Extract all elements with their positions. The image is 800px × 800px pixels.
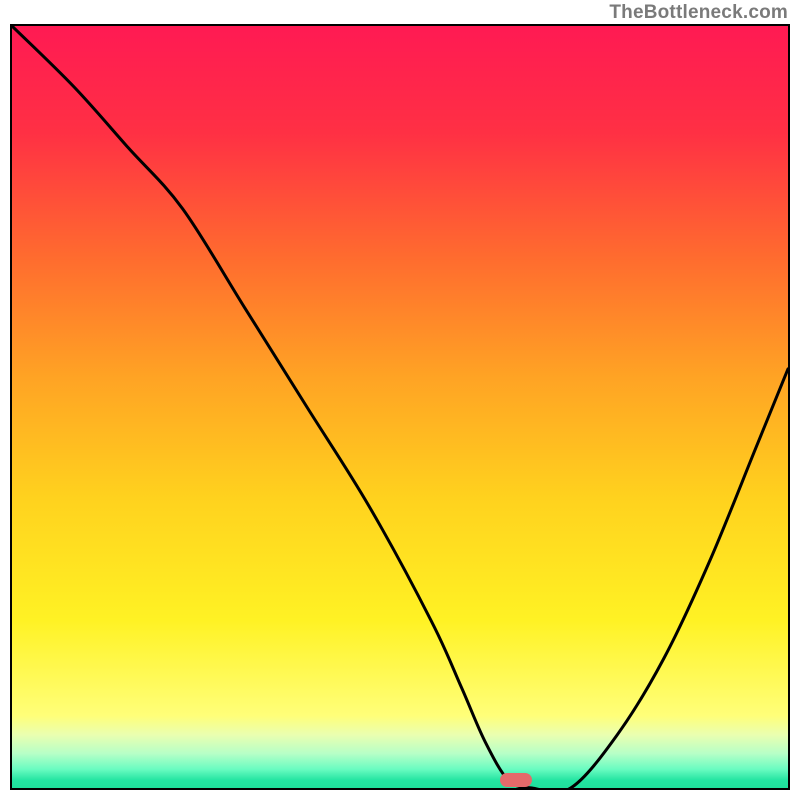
bottleneck-curve: [12, 26, 788, 788]
watermark-text: TheBottleneck.com: [609, 2, 788, 24]
plot-area: [10, 24, 790, 790]
curve-layer: [12, 26, 788, 788]
bottleneck-chart: TheBottleneck.com: [0, 0, 800, 800]
optimal-point-marker: [500, 773, 532, 787]
